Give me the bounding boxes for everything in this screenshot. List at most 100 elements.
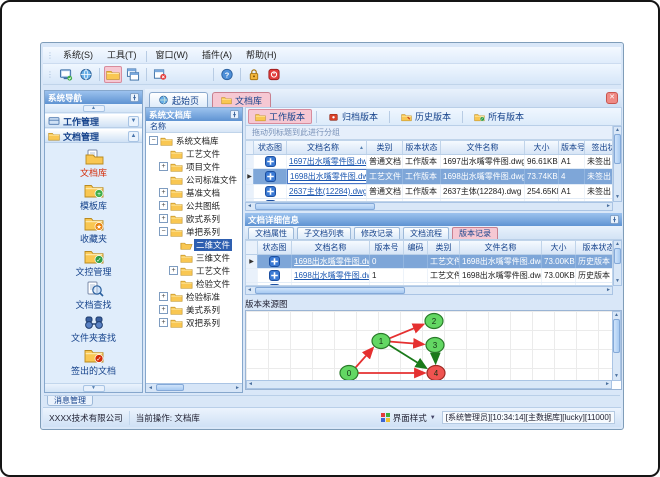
column-header[interactable]: 编码 [404,241,428,254]
expand-icon[interactable]: + [159,292,168,301]
chevron-up-icon[interactable]: ▲ [128,130,139,142]
details-tab-0[interactable]: 文档属性 [248,227,294,239]
graph-vscrollbar[interactable]: ▲ ▼ [612,311,621,381]
version-filter-2[interactable]: 历史版本 [394,109,458,124]
scroll-right-icon[interactable]: ► [234,385,241,392]
details-tab-3[interactable]: 文档流程 [403,227,449,239]
collapse-button[interactable]: ▲ [82,104,105,112]
tree-node-3[interactable]: 公司标准文件 [146,173,242,186]
expand-icon[interactable]: + [169,266,178,275]
document-link[interactable]: 1698出水嘴零件图.dwg [294,256,369,267]
version-node-1[interactable]: 1 [371,332,391,350]
scroll-left-icon[interactable]: ◄ [247,381,254,388]
column-header[interactable]: 状态图 [254,141,287,154]
sidebar-item-5[interactable]: 文件夹查找 [49,312,139,345]
pin-icon[interactable] [610,215,619,224]
toolbar-button-close-other-windows-icon[interactable] [191,66,209,83]
sidebar-collapse-strip[interactable]: ▲ [45,104,142,113]
menu-item-2[interactable]: 窗口(W) [149,49,196,61]
version-node-2[interactable]: 2 [424,312,444,330]
column-header[interactable]: 大小 [525,141,559,154]
tab-0[interactable]: 起始页 [149,92,209,107]
tree-node-10[interactable]: + 工艺文件 [146,264,242,277]
tree-node-8[interactable]: 二维文件 [146,238,242,251]
details-tab-4[interactable]: 版本记录 [452,227,498,239]
documents-grid-hscrollbar[interactable]: ◄ ► [245,202,613,211]
scroll-right-icon[interactable]: ► [605,203,612,210]
tree-node-11[interactable]: 检验文件 [146,277,242,290]
column-header[interactable]: 类别 [367,141,403,154]
tree-node-4[interactable]: + 基准文档 [146,186,242,199]
column-header[interactable]: 文件名称 [460,241,542,254]
scroll-right-icon[interactable]: ► [604,381,611,388]
sidebar-item-1[interactable]: + 模板库 [49,180,139,213]
chevron-down-icon[interactable]: ▼ [128,115,139,127]
scroll-right-icon[interactable]: ► [605,287,612,294]
cell[interactable]: 2637主体(12284).dwg [287,185,367,198]
versions-grid-hscrollbar[interactable]: ◄ ► [245,286,613,295]
tree-node-6[interactable]: + 欧式系列 [146,212,242,225]
interface-style-dropdown[interactable]: 界面样式 ▼ [375,411,442,425]
scroll-thumb[interactable] [614,134,621,164]
tree-node-5[interactable]: + 公共图纸 [146,199,242,212]
column-header[interactable]: 大小 [542,241,576,254]
scroll-thumb[interactable] [255,287,405,294]
table-row[interactable]: 1698出水嘴零件图.dwg 1 工艺文件 1698出水嘴零件图.dwg 73.00KB… [246,269,612,283]
sidebar-item-2[interactable]: ★ 收藏夹 [49,213,139,246]
scroll-thumb[interactable] [156,384,184,391]
version-filter-3[interactable]: ✓ 所有版本 [467,109,531,124]
version-filter-0[interactable]: 工作版本 [248,109,313,124]
tree-node-13[interactable]: + 美式系列 [146,303,242,316]
version-graph-canvas[interactable]: 0 1 2 3 4 [246,311,612,382]
toolbar-button-lock-icon[interactable] [245,66,263,83]
scroll-up-icon[interactable]: ▲ [614,127,621,134]
scroll-thumb[interactable] [255,203,375,210]
scroll-down-icon[interactable]: ▼ [614,278,621,285]
toolbar-button-exit-icon[interactable] [265,66,283,83]
versions-grid-vscrollbar[interactable]: ▲ ▼ [613,240,622,286]
tab-1[interactable]: 文档库 [212,92,272,107]
table-row[interactable]: ▶ 1698出水嘴零件图.dwg 0 工艺文件 1698出水嘴零件图.dwg 73.00K… [246,255,612,269]
sidebar-item-6[interactable]: ✓ 签出的文档 [49,345,139,378]
column-header[interactable]: 类别 [428,241,460,254]
sidebar-item-4[interactable]: 文档查找 [49,279,139,312]
collapse-icon[interactable]: − [149,136,158,145]
expand-icon[interactable]: + [159,318,168,327]
expand-icon[interactable]: + [159,214,168,223]
sidebar-group-1[interactable]: 文档管理 ▲ [45,129,142,143]
cell[interactable]: 1697出水嘴零件图.dwg [287,155,367,168]
menu-item-1[interactable]: 工具(T) [100,49,144,61]
cell[interactable]: 1698出水嘴零件图.dwg [292,269,370,282]
column-header[interactable]: 版本状态 [403,141,441,154]
expand-icon[interactable]: + [159,162,168,171]
column-header[interactable]: 签出状态 [585,141,613,154]
expand-icon[interactable]: + [159,305,168,314]
tree-node-1[interactable]: 工艺文件 [146,147,242,160]
details-tab-1[interactable]: 子文档列表 [297,227,351,239]
details-tab-2[interactable]: 修改记录 [354,227,400,239]
tree-node-9[interactable]: 三维文件 [146,251,242,264]
close-icon[interactable]: ✕ [606,92,618,104]
column-header[interactable]: 版本状态 [576,241,613,254]
table-row[interactable]: 2637主体(12284).dwg 普通文档 工作版本 2637主体(12284).d… [246,185,612,199]
toolbar-button-help-icon[interactable]: ? [218,66,236,83]
toolbar-button-close-all-windows-icon[interactable] [171,66,189,83]
table-row[interactable]: ▶ 1698出水嘴零件图.dwg 工艺文件 工作版本 1698出水嘴零件图.dwg 73.… [246,169,612,185]
menu-item-0[interactable]: 系统(S) [56,49,100,61]
toolbar-button-windows-icon[interactable] [124,66,142,83]
collapse-icon[interactable]: − [159,227,168,236]
tree-node-12[interactable]: + 检验标准 [146,290,242,303]
toolbar-button-desktop-icon[interactable] [57,66,75,83]
column-header[interactable]: 版本号 [370,241,404,254]
toolbar-button-globe-icon[interactable] [77,66,95,83]
scroll-thumb[interactable] [614,248,621,264]
tree-node-14[interactable]: + 双把系列 [146,316,242,329]
cell[interactable]: 1698出水嘴零件图.dwg [287,169,367,184]
scroll-up-icon[interactable]: ▲ [613,312,620,319]
column-header[interactable]: 文档名称 ▲ [287,141,367,154]
toolbar-button-close-window-icon[interactable] [151,66,169,83]
toolbar-button-open-folder-icon[interactable] [104,65,122,83]
expand-button[interactable]: ▼ [82,384,105,392]
scroll-down-icon[interactable]: ▼ [614,194,621,201]
version-filter-1[interactable]: 归档版本 [321,109,385,124]
